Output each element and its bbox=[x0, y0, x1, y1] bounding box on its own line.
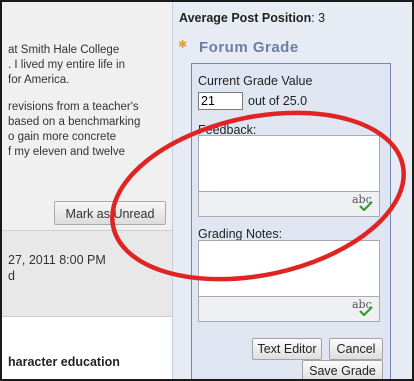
excerpt-line: o gain more concrete bbox=[8, 131, 117, 143]
average-post-position: Average Post Position: 3 bbox=[179, 11, 325, 25]
spellcheck-icon[interactable]: abc bbox=[352, 299, 374, 317]
grading-sidebar: Average Post Position: 3 ✱ Forum Grade C… bbox=[172, 2, 412, 379]
post-date: 27, 2011 8:00 PM bbox=[8, 253, 106, 267]
star-icon: ✱ bbox=[178, 39, 188, 51]
post-author: d bbox=[8, 269, 15, 283]
post-card: 27, 2011 8:00 PM d bbox=[2, 231, 172, 317]
post-card: haracter education bbox=[2, 317, 172, 379]
check-icon bbox=[359, 306, 373, 316]
spellcheck-icon[interactable]: abc bbox=[352, 194, 374, 212]
save-grade-button[interactable]: Save Grade bbox=[302, 360, 383, 379]
post-card: at Smith Hale College . I lived my entir… bbox=[2, 2, 172, 231]
mark-as-unread-button[interactable]: Mark as Unread bbox=[54, 201, 166, 225]
excerpt-line: f my eleven and twelve bbox=[8, 146, 125, 158]
forum-grade-header: ✱ Forum Grade bbox=[173, 37, 412, 63]
discussion-post-list: at Smith Hale College . I lived my entir… bbox=[2, 2, 172, 379]
average-post-position-value: : 3 bbox=[311, 11, 326, 25]
excerpt-line: for America. bbox=[8, 74, 70, 86]
grade-panel: Current Grade Value out of 25.0 Feedback… bbox=[191, 63, 391, 379]
grading-notes-textarea[interactable] bbox=[199, 241, 379, 297]
feedback-editor: abc bbox=[198, 135, 380, 217]
post-excerpt-top: at Smith Hale College . I lived my entir… bbox=[8, 43, 125, 88]
grading-notes-label: Grading Notes: bbox=[198, 227, 283, 241]
text-editor-button[interactable]: Text Editor bbox=[252, 338, 322, 360]
excerpt-line: revisions from a teacher's bbox=[8, 101, 139, 113]
feedback-textarea[interactable] bbox=[199, 136, 379, 192]
grade-input[interactable] bbox=[198, 92, 243, 110]
screenshot-frame: at Smith Hale College . I lived my entir… bbox=[0, 0, 414, 381]
excerpt-line: based on a benchmarking bbox=[8, 116, 141, 128]
average-post-position-label: Average Post Position bbox=[179, 11, 312, 25]
current-grade-label: Current Grade Value bbox=[198, 74, 313, 88]
grade-out-of: out of 25.0 bbox=[248, 94, 308, 108]
post-title[interactable]: haracter education bbox=[8, 355, 120, 369]
check-icon bbox=[359, 201, 373, 211]
excerpt-line: at Smith Hale College bbox=[8, 44, 120, 56]
post-excerpt-bottom: revisions from a teacher's based on a be… bbox=[8, 100, 140, 160]
forum-grade-title: Forum Grade bbox=[199, 39, 299, 56]
grading-notes-editor: abc bbox=[198, 240, 380, 322]
cancel-button[interactable]: Cancel bbox=[329, 338, 383, 360]
excerpt-line: . I lived my entire life in bbox=[8, 59, 125, 71]
